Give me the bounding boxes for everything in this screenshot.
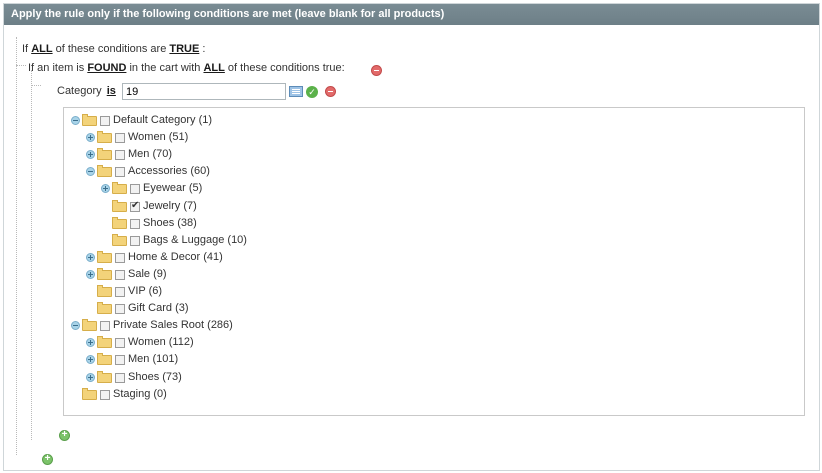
- category-checkbox[interactable]: [115, 287, 125, 297]
- found-select[interactable]: FOUND: [87, 62, 126, 74]
- expand-icon[interactable]: [86, 338, 95, 348]
- chooser-icon[interactable]: [289, 86, 303, 97]
- value-select[interactable]: TRUE: [169, 43, 199, 55]
- category-checkbox[interactable]: [130, 235, 140, 246]
- folder-icon: [97, 131, 112, 144]
- tree-node-label: Bags & Luggage (10): [143, 233, 247, 246]
- folder-icon: [97, 148, 112, 161]
- folder-icon: [82, 387, 97, 400]
- add-condition-icon[interactable]: [59, 429, 70, 441]
- folder-icon: [97, 353, 112, 366]
- add-condition-icon[interactable]: [42, 453, 53, 465]
- category-checkbox[interactable]: [115, 269, 125, 280]
- folder-icon: [82, 114, 97, 126]
- folder-icon: [112, 182, 127, 195]
- tree-node-label: Accessories (60): [128, 165, 210, 178]
- tree-node-label: Private Sales Root (286): [113, 319, 233, 332]
- folder-icon: [97, 165, 112, 178]
- expand-icon[interactable]: [86, 269, 95, 279]
- conditions-header: Apply the rule only if the following con…: [4, 4, 819, 25]
- category-tree-panel: Default Category (1) Women (51) Men (70) Ac…: [63, 107, 805, 416]
- tree-node-label: Men (70): [128, 148, 173, 161]
- folder-icon: [97, 370, 112, 383]
- tree-guide-connector: [16, 65, 26, 66]
- category-checkbox[interactable]: [100, 389, 110, 400]
- folder-icon: [112, 233, 127, 246]
- category-line: Category is: [57, 85, 116, 97]
- combine-prefix: If: [22, 43, 29, 55]
- category-checkbox[interactable]: [115, 372, 125, 383]
- folder-icon: [112, 199, 127, 212]
- combine-middle: of these conditions are: [55, 43, 167, 55]
- category-checkbox[interactable]: [130, 200, 140, 212]
- tree-node-label: Default Category (1): [113, 114, 213, 126]
- found-middle: in the cart with: [129, 62, 201, 74]
- collapse-icon[interactable]: [71, 116, 80, 125]
- aggregator-select[interactable]: ALL: [31, 43, 52, 55]
- category-checkbox[interactable]: [115, 252, 125, 263]
- tree-node-label: Staging (0): [113, 387, 167, 400]
- remove-condition-icon[interactable]: [371, 65, 382, 76]
- category-checkbox[interactable]: [115, 355, 125, 366]
- apply-checkmark-icon[interactable]: ✓: [306, 86, 318, 98]
- found-prefix: If an item is: [28, 62, 85, 74]
- tree-node-label: Women (51): [128, 131, 189, 144]
- category-label: Category: [57, 85, 102, 97]
- tree-node-label: Shoes (73): [128, 370, 182, 383]
- category-checkbox[interactable]: [130, 218, 140, 229]
- tree-guide-outer: [16, 37, 17, 455]
- category-checkbox[interactable]: [115, 133, 125, 144]
- tree-node-label: Home & Decor (41): [128, 250, 223, 263]
- expand-icon[interactable]: [86, 252, 95, 262]
- combine-suffix: :: [202, 43, 206, 55]
- tree-guide-connector: [31, 85, 41, 86]
- expand-icon[interactable]: [101, 184, 110, 194]
- category-checkbox[interactable]: [115, 304, 125, 315]
- expand-icon[interactable]: [86, 372, 95, 382]
- tree-node-label: Eyewear (5): [143, 182, 203, 195]
- tree-node-label: Gift Card (3): [128, 302, 189, 315]
- folder-icon: [82, 319, 97, 332]
- tree-node-label: VIP (6): [128, 285, 163, 297]
- collapse-icon[interactable]: [86, 167, 95, 177]
- conditions-panel: Apply the rule only if the following con…: [3, 3, 820, 471]
- tree-node-label: Women (112): [128, 336, 194, 349]
- tree-node-label: Jewelry (7): [143, 199, 197, 212]
- found-suffix: of these conditions true:: [227, 62, 345, 74]
- folder-icon: [97, 250, 112, 263]
- category-checkbox[interactable]: [100, 321, 110, 332]
- tree-guide-inner: [31, 70, 32, 440]
- folder-icon: [112, 216, 127, 229]
- expand-icon[interactable]: [86, 133, 95, 143]
- combine-line: If ALL of these conditions are TRUE :: [22, 43, 205, 55]
- found-aggregator-select[interactable]: ALL: [203, 62, 224, 74]
- expand-icon[interactable]: [86, 150, 95, 160]
- operator-select[interactable]: is: [107, 85, 116, 97]
- category-checkbox[interactable]: [100, 116, 110, 126]
- remove-condition-icon[interactable]: [325, 86, 336, 97]
- found-line: If an item is FOUND in the cart with ALL…: [28, 62, 345, 74]
- tree-node-label: Sale (9): [128, 267, 167, 280]
- folder-icon: [97, 336, 112, 349]
- category-checkbox[interactable]: [115, 338, 125, 349]
- folder-icon: [97, 285, 112, 297]
- category-checkbox[interactable]: [115, 150, 125, 161]
- collapse-icon[interactable]: [71, 321, 80, 331]
- folder-icon: [97, 302, 112, 315]
- category-value-input[interactable]: [122, 83, 286, 100]
- tree-node-label: Shoes (38): [143, 216, 197, 229]
- expand-icon[interactable]: [86, 355, 95, 365]
- category-checkbox[interactable]: [130, 184, 140, 195]
- tree-node-label: Men (101): [128, 353, 179, 366]
- folder-icon: [97, 267, 112, 280]
- category-checkbox[interactable]: [115, 167, 125, 178]
